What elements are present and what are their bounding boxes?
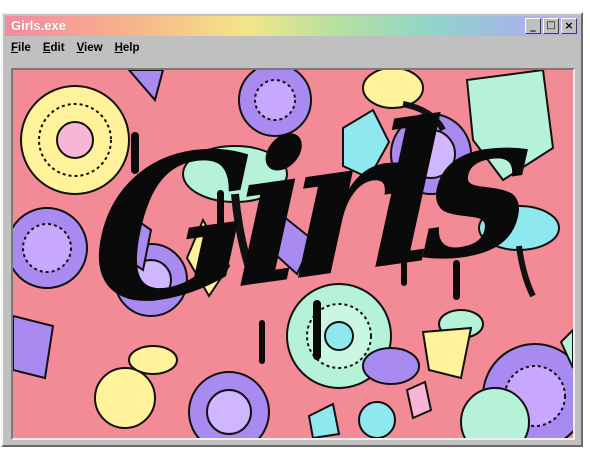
close-button[interactable]: × (561, 18, 577, 34)
menu-file-label: ile (18, 42, 31, 54)
menu-file-hotkey: F (11, 42, 19, 54)
menu-help-label: elp (122, 42, 140, 54)
maximize-button[interactable]: □ (543, 18, 559, 34)
title-bar[interactable]: Girls.exe _ □ × (5, 16, 579, 36)
menu-edit-hotkey: E (42, 42, 51, 54)
menu-view-label: iew (84, 42, 103, 54)
menu-help[interactable]: Help (115, 42, 140, 60)
menu-view-hotkey: V (76, 42, 85, 54)
menu-bar: File Edit View Help (11, 42, 140, 60)
artwork-lettering: Girls (89, 68, 517, 353)
app-window: Girls.exe _ □ × File Edit View Help Girl… (1, 12, 583, 447)
menu-edit[interactable]: Edit (43, 42, 65, 60)
minimize-button[interactable]: _ (525, 18, 541, 34)
menu-view[interactable]: View (77, 42, 103, 60)
menu-file[interactable]: File (11, 42, 31, 60)
artwork-viewport: Girls (11, 68, 575, 440)
menu-edit-label: dit (50, 42, 65, 54)
menu-help-hotkey: H (114, 42, 123, 54)
window-title: Girls.exe (11, 18, 66, 33)
